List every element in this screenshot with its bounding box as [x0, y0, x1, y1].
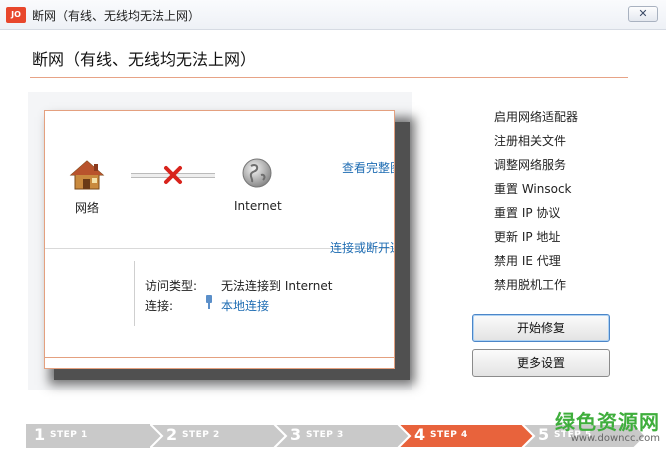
action-item: 重置 Winsock: [494, 182, 572, 196]
close-button[interactable]: ✕: [628, 6, 658, 22]
step-3: 3 STEP 3: [274, 424, 410, 448]
node-label-internet: Internet: [234, 199, 282, 213]
globe-icon: [242, 158, 272, 188]
step-label: STEP 2: [182, 430, 220, 440]
network-adapter-icon: [206, 295, 212, 309]
step-number: 4: [414, 425, 426, 444]
view-full-map-link[interactable]: 查看完整图: [342, 159, 394, 176]
step-number: 1: [34, 425, 46, 444]
connect-disconnect-link[interactable]: 连接或断开连接: [330, 239, 394, 256]
page-title: 断网（有线、无线均无法上网）: [32, 50, 257, 69]
window-title: 断网（有线、无线均无法上网）: [32, 9, 201, 23]
watermark-title: 绿色资源网: [555, 410, 660, 434]
action-item: 更新 IP 地址: [494, 230, 561, 244]
local-connection-link[interactable]: 本地连接: [221, 297, 269, 314]
app-logo-icon: JO: [6, 7, 26, 23]
more-settings-button[interactable]: 更多设置: [472, 349, 610, 377]
step-1: 1 STEP 1: [26, 424, 162, 448]
step-label: STEP 3: [306, 430, 344, 440]
step-number: 2: [166, 425, 178, 444]
start-repair-button[interactable]: 开始修复: [472, 314, 610, 342]
node-label-local: 网络: [75, 201, 100, 215]
connection-label: 连接:: [145, 299, 174, 313]
window-titlebar: JO 断网（有线、无线均无法上网） ✕: [0, 0, 666, 30]
action-item: 注册相关文件: [494, 134, 567, 148]
action-item: 重置 IP 协议: [494, 206, 561, 220]
step-arrow-shape: [26, 424, 162, 448]
site-watermark: 绿色资源网 www.downcc.com: [530, 406, 660, 444]
action-item: 禁用脱机工作: [494, 278, 567, 292]
action-item: 调整网络服务: [494, 158, 567, 172]
access-type-label: 访问类型:: [145, 279, 198, 293]
diagram-bottom-rule: [45, 357, 394, 358]
info-separator: [134, 261, 135, 326]
house-icon: [69, 160, 105, 190]
step-4-active: 4 STEP 4: [398, 424, 534, 448]
action-item: 禁用 IE 代理: [494, 254, 561, 268]
step-label: STEP 4: [430, 430, 468, 440]
step-label: STEP 1: [50, 430, 88, 440]
watermark-url: www.downcc.com: [570, 433, 660, 444]
title-divider: [30, 77, 628, 78]
step-2: 2 STEP 2: [150, 424, 286, 448]
broken-connection-x-icon: [164, 166, 182, 184]
network-diagram-panel: 网络 Internet 查看完整图 连接或断开连接 访问类型: 无法连接到 In…: [44, 110, 395, 369]
action-item: 启用网络适配器: [494, 110, 579, 124]
access-type-value: 无法连接到 Internet: [221, 279, 333, 293]
step-number: 3: [290, 425, 302, 444]
